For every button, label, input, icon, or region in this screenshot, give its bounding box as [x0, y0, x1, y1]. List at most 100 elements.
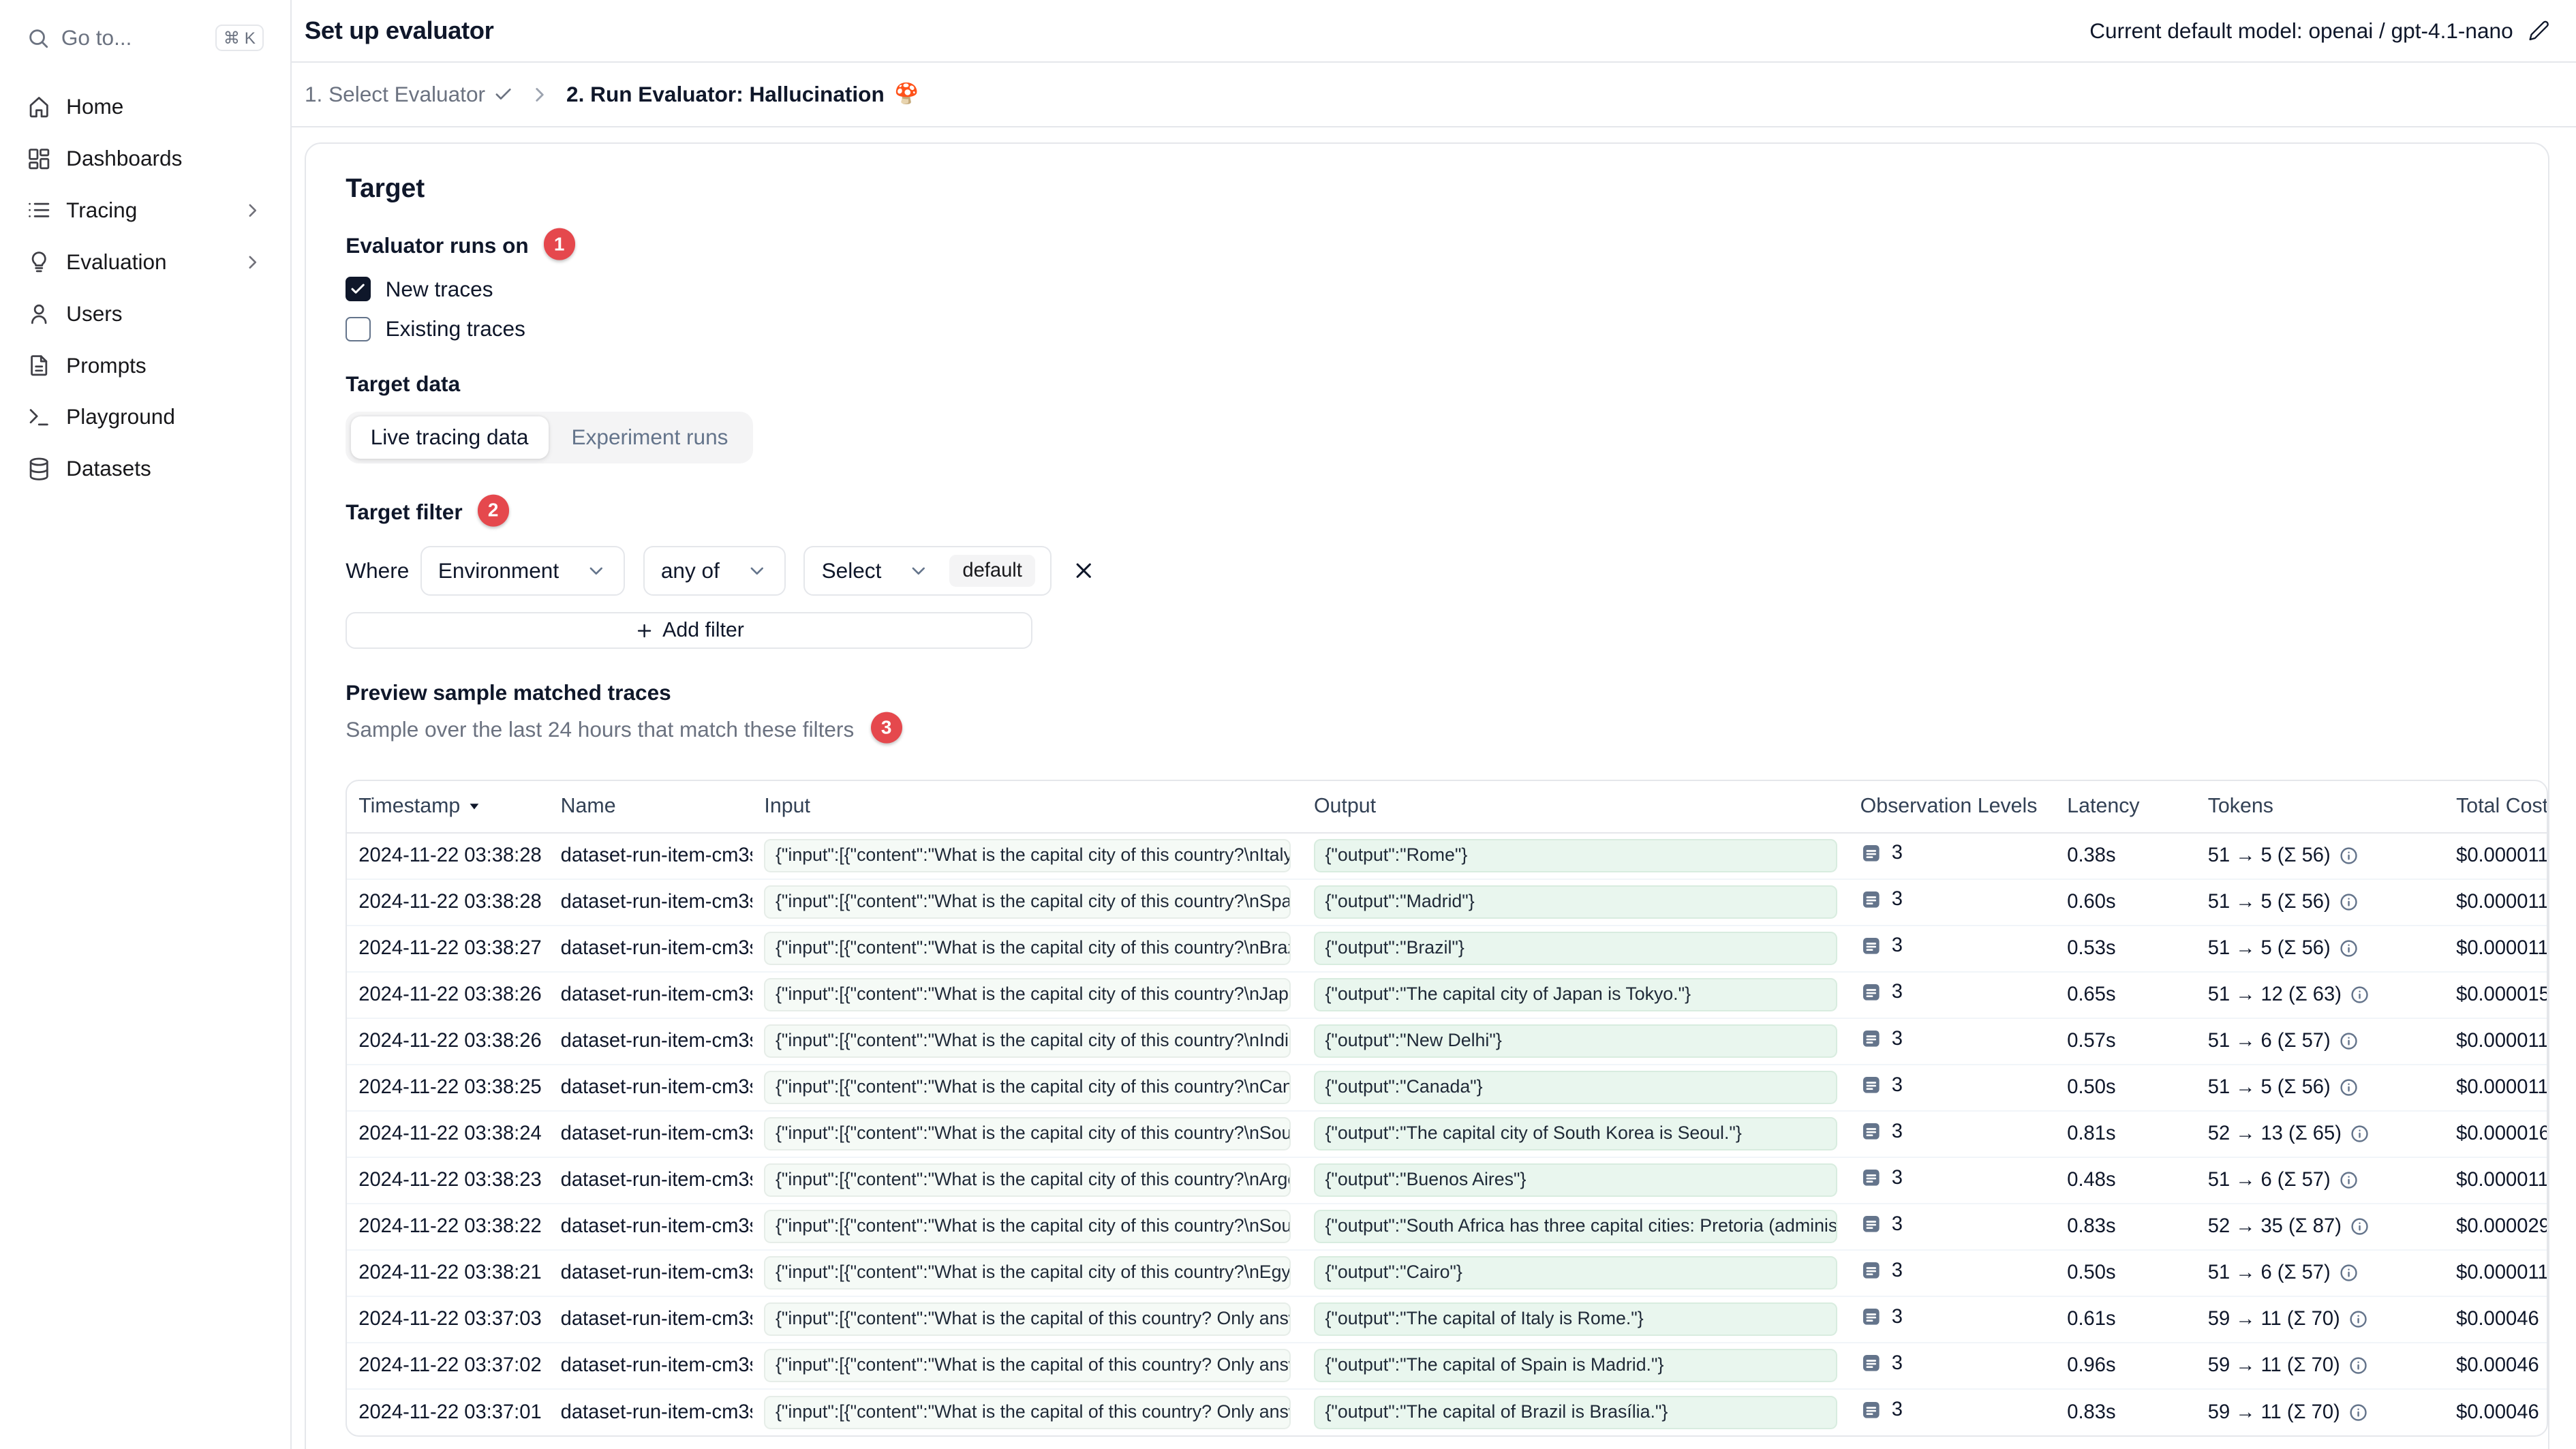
output-preview[interactable]: {"output":"The capital of Brazil is Bras… [1313, 1395, 1837, 1429]
table-row[interactable]: 2024-11-22 03:38:25 dataset-run-item-cm3… [347, 1064, 2547, 1112]
info-icon[interactable] [2339, 1031, 2359, 1051]
info-icon[interactable] [2348, 1309, 2368, 1329]
close-icon [1076, 564, 1092, 579]
info-icon[interactable] [2547, 1403, 2548, 1422]
sidebar-item-evaluation[interactable]: Evaluation [13, 238, 277, 286]
table-row[interactable]: 2024-11-22 03:38:26 dataset-run-item-cm3… [347, 971, 2547, 1019]
info-icon[interactable] [2350, 985, 2370, 1005]
filter-value-select[interactable]: Select [805, 558, 949, 583]
output-preview[interactable]: {"output":"South Africa has three capita… [1313, 1210, 1837, 1243]
cell-name: dataset-run-item-cm3s4 [549, 1064, 753, 1112]
cell-tokens: 59 → 11 (Σ 70) [2196, 1389, 2444, 1435]
observation-levels-count: 3 [1891, 1027, 1903, 1050]
info-icon[interactable] [2348, 1403, 2368, 1422]
table-row[interactable]: 2024-11-22 03:38:24 dataset-run-item-cm3… [347, 1110, 2547, 1158]
output-preview[interactable]: {"output":"Canada"} [1313, 1071, 1837, 1104]
sidebar-item-playground[interactable]: Playground [13, 393, 277, 441]
input-preview[interactable]: {"input":[{"content":"What is the capita… [764, 1395, 1291, 1429]
sidebar-item-label: Prompts [66, 352, 147, 378]
tab-experiment-runs[interactable]: Experiment runs [551, 416, 748, 458]
cell-tokens: 59 → 11 (Σ 70) [2196, 1296, 2445, 1343]
output-preview[interactable]: {"output":"The capital city of Japan is … [1313, 978, 1837, 1011]
step-select-evaluator[interactable]: 1. Select Evaluator [305, 82, 513, 107]
sidebar-item-home[interactable]: Home [13, 82, 277, 131]
info-icon[interactable] [2339, 846, 2359, 866]
chevron-right-icon [242, 200, 264, 222]
sidebar-item-dashboards[interactable]: Dashboards [13, 134, 277, 183]
sidebar-item-datasets[interactable]: Datasets [13, 444, 277, 493]
output-preview[interactable]: {"output":"Brazil"} [1313, 932, 1837, 965]
col-tokens[interactable]: Tokens [2196, 781, 2445, 834]
col-input[interactable]: Input [752, 781, 1302, 834]
cell-total-cost: $0.000011 [2444, 925, 2547, 973]
col-output[interactable]: Output [1302, 781, 1849, 834]
info-icon[interactable] [2339, 892, 2359, 912]
filter-column-select[interactable]: Environment [420, 546, 625, 596]
remove-filter-button[interactable] [1071, 558, 1096, 583]
output-preview[interactable]: {"output":"The capital of Spain is Madri… [1313, 1349, 1837, 1383]
sidebar-item-users[interactable]: Users [13, 290, 277, 338]
existing-traces-checkbox[interactable] [346, 316, 371, 342]
info-icon[interactable] [2339, 1170, 2359, 1190]
info-icon[interactable] [2339, 1078, 2359, 1097]
table-row[interactable]: 2024-11-22 03:37:03 dataset-run-item-cm3… [347, 1296, 2548, 1343]
input-preview[interactable]: {"input":[{"content":"What is the capita… [764, 1163, 1291, 1197]
col-name[interactable]: Name [549, 781, 753, 834]
sidebar-item-label: Playground [66, 404, 175, 429]
input-preview[interactable]: {"input":[{"content":"What is the capita… [764, 978, 1291, 1011]
output-preview[interactable]: {"output":"Buenos Aires"} [1313, 1163, 1837, 1197]
sidebar-item-prompts[interactable]: Prompts [13, 341, 277, 390]
table-row[interactable]: 2024-11-22 03:38:26 dataset-run-item-cm3… [347, 1018, 2547, 1065]
input-preview[interactable]: {"input":[{"content":"What is the capita… [764, 932, 1291, 965]
output-preview[interactable]: {"output":"The capital of Italy is Rome.… [1313, 1302, 1837, 1337]
goto-search[interactable]: Go to... ⌘ K [13, 16, 277, 59]
input-preview[interactable]: {"input":[{"content":"What is the capita… [764, 1210, 1291, 1243]
output-preview[interactable]: {"output":"The capital city of South Kor… [1313, 1117, 1837, 1150]
step-run-evaluator: 2. Run Evaluator: Hallucination 🍄 [566, 82, 919, 107]
output-preview[interactable]: {"output":"Rome"} [1313, 839, 1837, 872]
cell-input: {"input":[{"content":"What is the capita… [752, 1389, 1302, 1435]
filter-value-chip[interactable]: default [949, 554, 1036, 588]
table-row[interactable]: 2024-11-22 03:38:21 dataset-run-item-cm3… [347, 1249, 2547, 1297]
info-icon[interactable] [2547, 1309, 2548, 1329]
table-row[interactable]: 2024-11-22 03:37:01 dataset-run-item-cm3… [347, 1389, 2548, 1435]
new-traces-checkbox[interactable] [346, 276, 371, 302]
table-row[interactable]: 2024-11-22 03:38:22 dataset-run-item-cm3… [347, 1203, 2547, 1251]
table-row[interactable]: 2024-11-22 03:38:28 dataset-run-item-cm3… [347, 879, 2547, 926]
input-preview[interactable]: {"input":[{"content":"What is the capita… [764, 839, 1291, 872]
info-icon[interactable] [2350, 1217, 2370, 1236]
cell-output: {"output":"Cairo"} [1302, 1249, 1849, 1297]
input-preview[interactable]: {"input":[{"content":"What is the capita… [764, 1117, 1291, 1150]
info-icon[interactable] [2350, 1124, 2370, 1144]
output-preview[interactable]: {"output":"Cairo"} [1313, 1256, 1837, 1290]
info-icon[interactable] [2339, 1263, 2359, 1283]
col-timestamp[interactable]: Timestamp [347, 781, 549, 834]
output-preview[interactable]: {"output":"New Delhi"} [1313, 1024, 1837, 1058]
info-icon[interactable] [2547, 1356, 2548, 1375]
chevron-right-icon [528, 83, 551, 106]
input-preview[interactable]: {"input":[{"content":"What is the capita… [764, 1071, 1291, 1104]
table-row[interactable]: 2024-11-22 03:37:02 dataset-run-item-cm3… [347, 1342, 2548, 1390]
input-preview[interactable]: {"input":[{"content":"What is the capita… [764, 1256, 1291, 1290]
info-icon[interactable] [2339, 939, 2359, 958]
table-row[interactable]: 2024-11-22 03:38:23 dataset-run-item-cm3… [347, 1157, 2547, 1204]
edit-model-icon[interactable] [2528, 20, 2550, 42]
sidebar-item-tracing[interactable]: Tracing [13, 186, 277, 234]
breadcrumb: 1. Select Evaluator 2. Run Evaluator: Ha… [291, 63, 2576, 128]
output-preview[interactable]: {"output":"Madrid"} [1313, 885, 1837, 919]
cell-timestamp: 2024-11-22 03:37:01 [358, 1401, 542, 1423]
cell-tokens: 52 → 35 (Σ 87) [2196, 1203, 2445, 1251]
table-row[interactable]: 2024-11-22 03:38:27 dataset-run-item-cm3… [347, 925, 2547, 973]
col-total-cost[interactable]: Total Cost [2444, 781, 2547, 834]
input-preview[interactable]: {"input":[{"content":"What is the capita… [764, 885, 1291, 919]
col-observation-levels[interactable]: Observation Levels [1848, 781, 2056, 834]
info-icon[interactable] [2348, 1356, 2368, 1375]
col-latency[interactable]: Latency [2055, 781, 2196, 834]
input-preview[interactable]: {"input":[{"content":"What is the capita… [764, 1302, 1291, 1337]
filter-operator-select[interactable]: any of [643, 546, 786, 596]
input-preview[interactable]: {"input":[{"content":"What is the capita… [764, 1024, 1291, 1058]
table-row[interactable]: 2024-11-22 03:38:28 dataset-run-item-cm3… [347, 832, 2547, 880]
tab-live-tracing-data[interactable]: Live tracing data [350, 416, 549, 459]
add-filter-button[interactable]: Add filter [346, 612, 1033, 649]
input-preview[interactable]: {"input":[{"content":"What is the capita… [764, 1349, 1291, 1383]
